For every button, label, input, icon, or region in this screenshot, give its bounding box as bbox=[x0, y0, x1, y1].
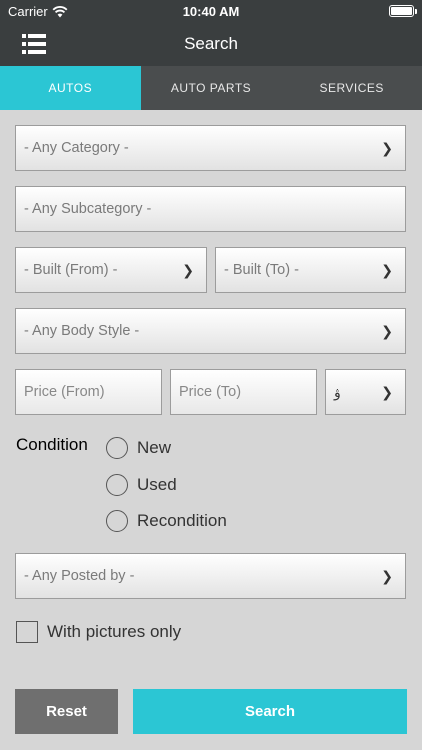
radio-icon bbox=[106, 510, 128, 532]
price-to-placeholder: Price (To) bbox=[179, 384, 242, 400]
chevron-right-icon: ❯ bbox=[381, 262, 393, 278]
condition-option-label: Recondition bbox=[137, 511, 227, 530]
nav-bar: Search bbox=[0, 22, 422, 66]
posted-by-select[interactable]: - Any Posted by - ❯ bbox=[15, 553, 406, 599]
built-from-select[interactable]: - Built (From) - ❯ bbox=[15, 247, 207, 293]
battery-icon bbox=[389, 5, 417, 17]
page-title: Search bbox=[184, 34, 238, 53]
pictures-only-label: With pictures only bbox=[47, 622, 182, 641]
built-to-value: - Built (To) - bbox=[224, 262, 299, 278]
condition-option-used[interactable]: Used bbox=[106, 471, 177, 499]
category-select[interactable]: - Any Category - ❯ bbox=[15, 125, 406, 171]
status-bar: Carrier 10:40 AM bbox=[0, 0, 422, 22]
price-from-input[interactable]: Price (From) bbox=[15, 369, 162, 415]
search-button[interactable]: Search bbox=[133, 689, 407, 734]
tab-auto-parts[interactable]: AUTO PARTS bbox=[141, 66, 282, 110]
condition-option-label: Used bbox=[137, 475, 177, 494]
subcategory-select[interactable]: - Any Subcategory - bbox=[15, 186, 406, 232]
category-value: - Any Category - bbox=[24, 140, 129, 156]
tab-bar: AUTOS AUTO PARTS SERVICES bbox=[0, 66, 422, 110]
radio-icon bbox=[106, 474, 128, 496]
reset-button[interactable]: Reset bbox=[15, 689, 118, 734]
condition-label: Condition bbox=[16, 435, 88, 454]
chevron-right-icon: ❯ bbox=[381, 140, 393, 156]
condition-option-label: New bbox=[137, 438, 172, 457]
currency-value: ۋ bbox=[334, 384, 341, 400]
built-to-select[interactable]: - Built (To) - ❯ bbox=[215, 247, 406, 293]
price-from-placeholder: Price (From) bbox=[24, 384, 105, 400]
subcategory-value: - Any Subcategory - bbox=[24, 201, 152, 217]
checkbox-icon bbox=[16, 621, 38, 643]
tab-autos[interactable]: AUTOS bbox=[0, 66, 141, 110]
body-style-value: - Any Body Style - bbox=[24, 323, 140, 339]
condition-option-new[interactable]: New bbox=[106, 434, 171, 462]
tab-services[interactable]: SERVICES bbox=[281, 66, 422, 110]
radio-icon bbox=[106, 437, 128, 459]
chevron-right-icon: ❯ bbox=[381, 568, 393, 584]
currency-select[interactable]: ۋ ❯ bbox=[325, 369, 406, 415]
pictures-only-checkbox[interactable]: With pictures only bbox=[16, 619, 181, 645]
body-style-select[interactable]: - Any Body Style - ❯ bbox=[15, 308, 406, 354]
condition-option-recondition[interactable]: Recondition bbox=[106, 507, 227, 535]
chevron-right-icon: ❯ bbox=[381, 384, 393, 400]
chevron-right-icon: ❯ bbox=[182, 262, 194, 278]
posted-by-value: - Any Posted by - bbox=[24, 568, 135, 584]
status-time: 10:40 AM bbox=[182, 4, 240, 19]
built-from-value: - Built (From) - bbox=[24, 262, 118, 278]
chevron-right-icon: ❯ bbox=[381, 323, 393, 339]
price-to-input[interactable]: Price (To) bbox=[170, 369, 317, 415]
